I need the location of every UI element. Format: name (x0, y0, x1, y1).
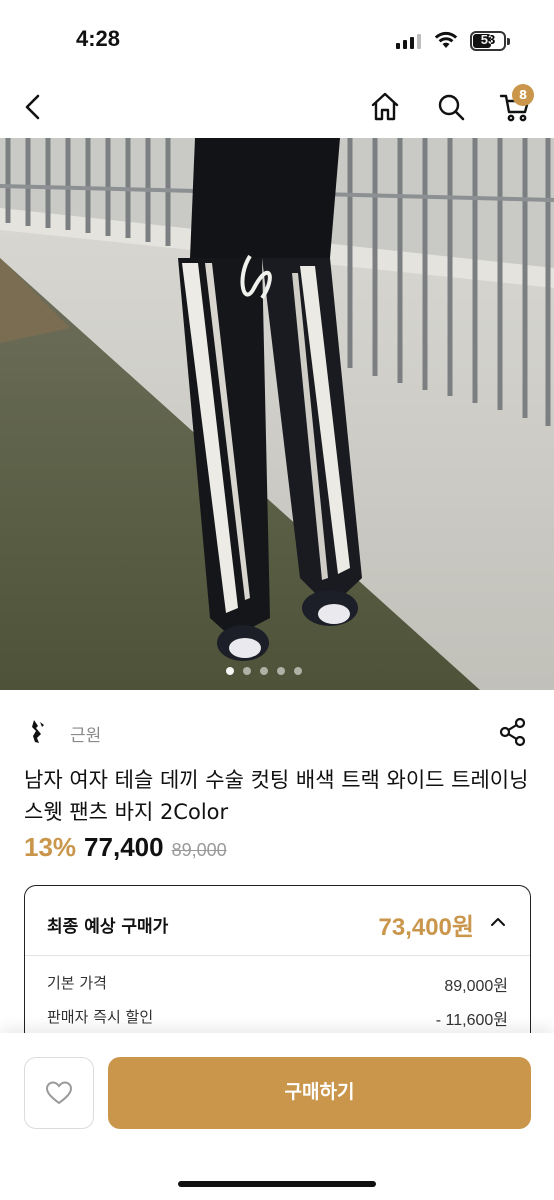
seller-row: 근원 (24, 712, 530, 752)
home-icon (371, 92, 399, 121)
final-price-value: 73,400원 (378, 914, 475, 941)
battery-level: 53 (480, 32, 496, 47)
price-detail-label: 기본 가격 (47, 974, 107, 992)
product-title: 남자 여자 테슬 데끼 수술 컷팅 배색 트랙 와이드 트레이닝 스웻 팬츠 바… (24, 768, 529, 824)
buy-button[interactable]: 구매하기 (108, 1057, 531, 1129)
final-price-label: 최종 예상 구매가 (47, 917, 169, 937)
sale-price: 77,400 (84, 832, 164, 862)
chevron-up-icon[interactable] (488, 912, 508, 932)
pagination-dot[interactable] (260, 667, 268, 675)
product-image[interactable] (0, 138, 554, 690)
back-button[interactable] (18, 90, 48, 124)
divider (25, 955, 530, 956)
pagination-dot[interactable] (277, 667, 285, 675)
price-row: 13% 77,400 89,000 (24, 832, 227, 863)
status-time: 4:28 (76, 26, 121, 51)
price-detail-label: 판매자 즉시 할인 (47, 1008, 154, 1026)
pagination-dot[interactable] (294, 667, 302, 675)
battery-icon: 53 (470, 31, 510, 51)
discount-rate: 13% (24, 832, 77, 862)
pagination-dot[interactable] (226, 667, 234, 675)
chevron-left-icon (25, 94, 40, 120)
seller-name[interactable]: 근원 (70, 721, 101, 746)
price-detail-row: 기본 가격 89,000원 (47, 972, 508, 996)
seller-logo[interactable] (24, 716, 54, 746)
search-button[interactable] (435, 90, 467, 124)
final-price-header[interactable]: 최종 예상 구매가 73,400원 (47, 908, 508, 941)
bottom-action-bar: 구매하기 (0, 1033, 554, 1200)
home-indicator (178, 1181, 376, 1187)
search-icon (438, 94, 465, 121)
product-photo (0, 138, 554, 690)
image-pagination[interactable] (226, 667, 302, 675)
cart-count-badge: 8 (512, 84, 534, 106)
wishlist-button[interactable] (24, 1057, 94, 1129)
heart-icon (45, 1081, 73, 1105)
price-detail-value: 89,000원 (444, 978, 508, 995)
wifi-icon (434, 31, 458, 48)
top-nav (0, 80, 554, 138)
status-bar: 4:28 53 (0, 0, 554, 80)
original-price: 89,000 (171, 840, 227, 860)
home-button[interactable] (369, 90, 401, 124)
pagination-dot[interactable] (243, 667, 251, 675)
final-price-box: 최종 예상 구매가 73,400원 기본 가격 89,000원 판매자 즉시 할… (24, 885, 531, 1045)
price-detail-value: - 11,600원 (435, 1012, 508, 1029)
price-detail-row: 판매자 즉시 할인 - 11,600원 (47, 1006, 508, 1030)
cellular-signal-icon (396, 33, 421, 49)
share-button[interactable] (498, 716, 528, 748)
share-icon (499, 717, 526, 747)
